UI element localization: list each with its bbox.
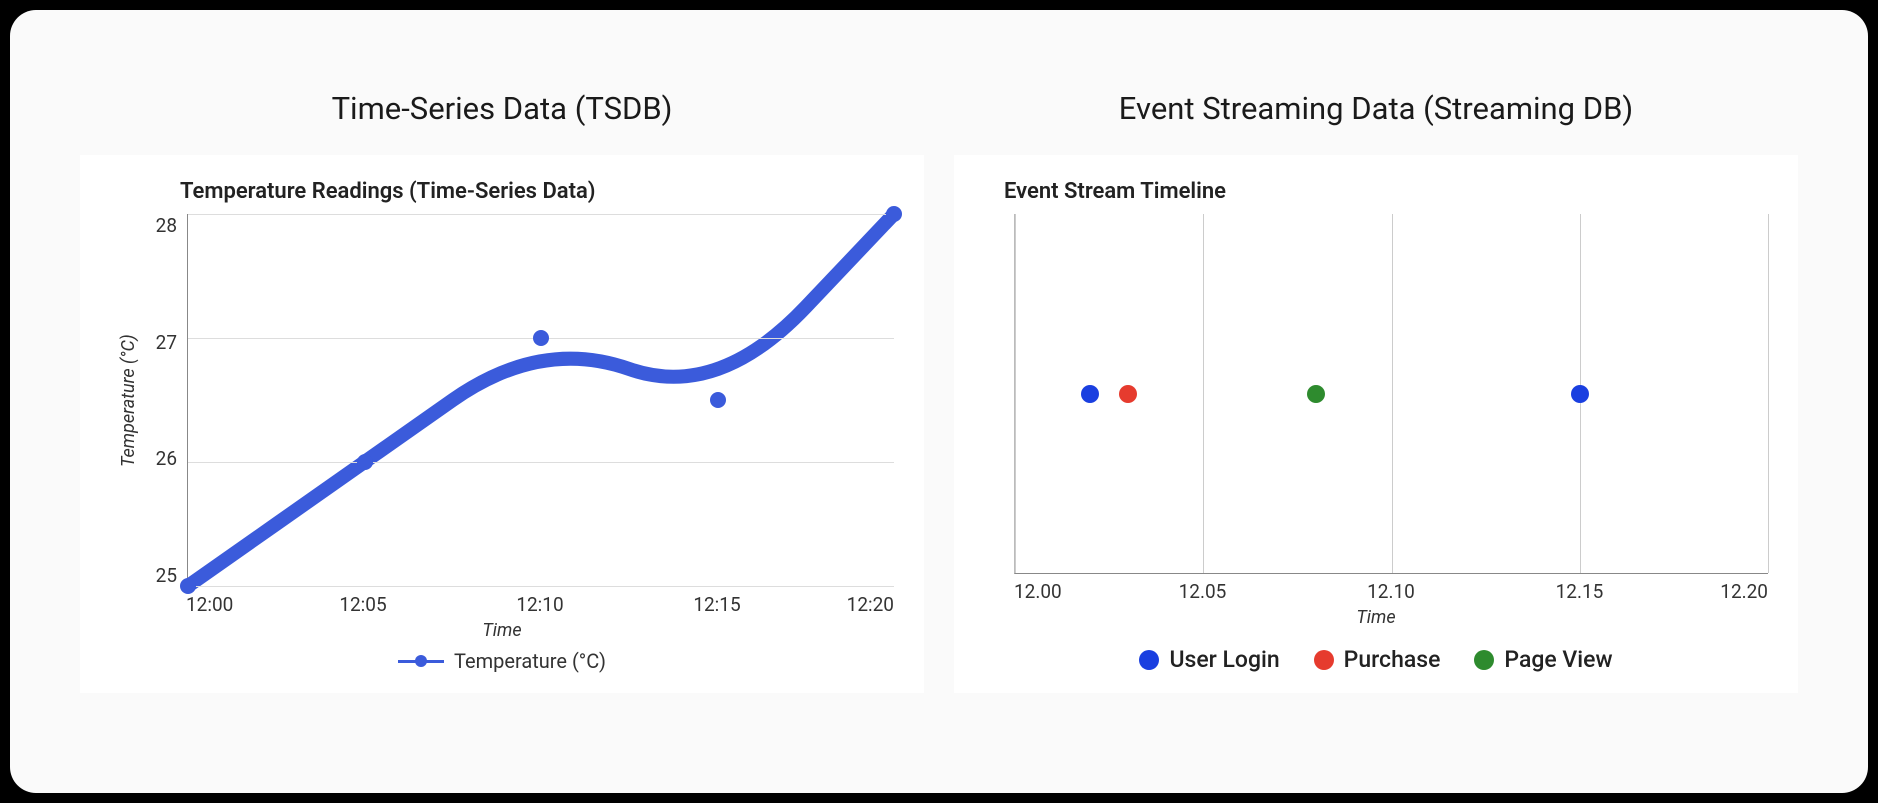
x-tick: 12:15: [629, 593, 806, 616]
legend-entry: Page View: [1474, 646, 1612, 673]
x-ticks-left: 12:0012:0512:1012:1512:20: [186, 587, 894, 616]
plot-wrap-left: Temperature (°C) 28 27 26 25: [110, 214, 894, 587]
x-tick: 12.20: [1674, 580, 1768, 603]
plot-wrap-right: [984, 214, 1768, 574]
chart-box-left: Temperature Readings (Time-Series Data) …: [80, 155, 924, 693]
grid-line: [1392, 214, 1393, 573]
x-tick: 12.15: [1485, 580, 1674, 603]
grid-line: [188, 462, 894, 463]
data-point: [357, 454, 373, 470]
grid-line: [1203, 214, 1204, 573]
grid-line: [188, 214, 894, 215]
legend-label: Page View: [1504, 646, 1612, 673]
y-tick: 26: [156, 447, 177, 470]
y-axis-label-left: Temperature (°C): [110, 214, 147, 587]
legend-entry: User Login: [1139, 646, 1279, 673]
card-container: Time-Series Data (TSDB) Temperature Read…: [10, 10, 1868, 793]
x-tick: 12:20: [806, 593, 895, 616]
legend-label: Purchase: [1344, 646, 1441, 673]
chart-title-right: Event Stream Timeline: [1004, 179, 1768, 204]
x-tick: 12:00: [186, 593, 275, 616]
x-tick: 12:05: [275, 593, 452, 616]
event-point: [1307, 385, 1325, 403]
legend-swatch-line-icon: [398, 660, 444, 663]
panel-title-right: Event Streaming Data (Streaming DB): [1119, 90, 1633, 127]
event-point: [1119, 385, 1137, 403]
legend-label-left: Temperature (°C): [454, 649, 606, 673]
y-tick: 28: [156, 214, 177, 237]
legend-entry: Purchase: [1314, 646, 1441, 673]
x-axis-label-left: Time: [110, 620, 894, 641]
legend-dot-icon: [1139, 650, 1159, 670]
legend-label: User Login: [1169, 646, 1279, 673]
panel-title-left: Time-Series Data (TSDB): [332, 90, 673, 127]
data-point: [180, 578, 196, 594]
y-tick: 27: [156, 331, 177, 354]
x-ticks-right: 12.0012.0512.1012.1512.20: [1014, 574, 1768, 603]
x-axis-label-right: Time: [984, 607, 1768, 628]
legend-left: Temperature (°C): [110, 649, 894, 673]
plot-area-right: [1014, 214, 1768, 574]
data-point: [886, 206, 902, 222]
legend-right: User Login Purchase Page View: [984, 646, 1768, 673]
x-tick: 12.10: [1297, 580, 1486, 603]
grid-line: [188, 586, 894, 587]
legend-dot-icon: [1314, 650, 1334, 670]
grid-line: [1768, 214, 1769, 573]
below-plot-right: 12.0012.0512.1012.1512.20 Time User Logi…: [984, 574, 1768, 673]
panel-timeseries: Time-Series Data (TSDB) Temperature Read…: [80, 90, 924, 693]
x-tick: 12:10: [452, 593, 629, 616]
y-ticks-left: 28 27 26 25: [147, 214, 187, 587]
chart-title-left: Temperature Readings (Time-Series Data): [180, 179, 894, 204]
event-point: [1571, 385, 1589, 403]
below-plot-left: 12:0012:0512:1012:1512:20 Time Temperatu…: [110, 587, 894, 673]
event-point: [1081, 385, 1099, 403]
data-point: [533, 330, 549, 346]
panel-eventstream: Event Streaming Data (Streaming DB) Even…: [954, 90, 1798, 693]
temperature-line: [188, 214, 894, 586]
line-path-svg: [188, 214, 894, 586]
y-tick: 25: [156, 564, 177, 587]
data-point: [710, 392, 726, 408]
x-tick: 12.00: [1014, 580, 1108, 603]
x-tick: 12.05: [1108, 580, 1297, 603]
legend-dot-icon: [1474, 650, 1494, 670]
chart-box-right: Event Stream Timeline 12.0012.0512.1012.…: [954, 155, 1798, 693]
plot-area-left: [187, 214, 894, 587]
grid-line: [1015, 214, 1016, 573]
